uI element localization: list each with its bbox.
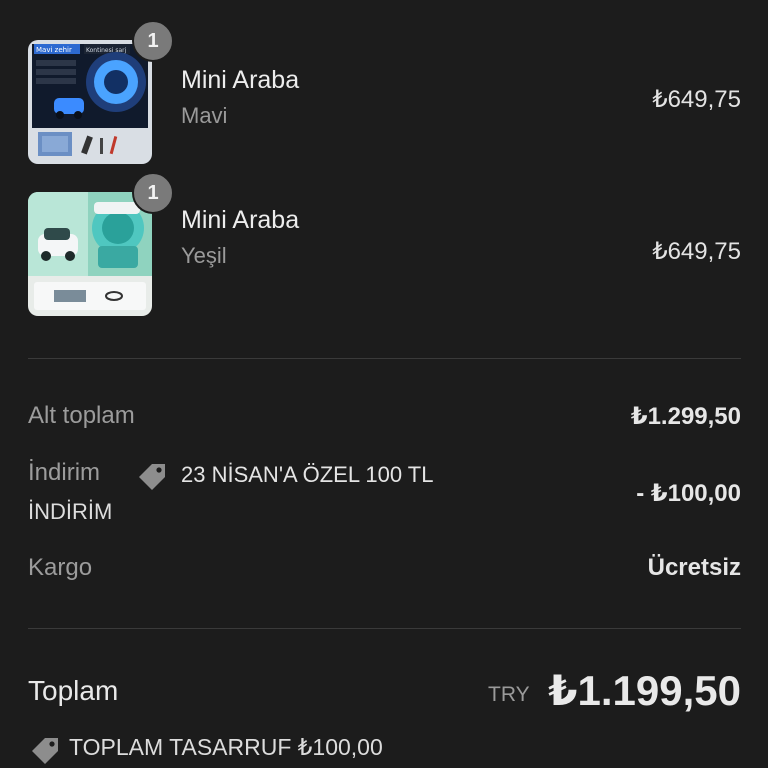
item-name[interactable]: Mini Araba	[181, 206, 299, 235]
divider	[28, 358, 741, 359]
item-variant: Mavi	[181, 103, 228, 128]
discount-code-continued: İNDİRİM	[28, 499, 113, 524]
cart-line-item[interactable]: Mavi zehir Kontinesi şarj 1 Mini Araba M…	[28, 20, 741, 164]
image-caption-left: Mavi zehir	[36, 46, 72, 54]
product-image-green-car[interactable]	[28, 192, 152, 316]
divider	[28, 628, 741, 629]
total-currency: TRY	[488, 683, 530, 706]
shipping-label: Kargo	[28, 554, 93, 581]
tag-icon	[28, 732, 64, 768]
item-price: ₺649,75	[652, 86, 741, 113]
discount-label: İndirim	[28, 459, 101, 486]
total-value: ₺1.199,50	[548, 667, 741, 714]
total-label: Toplam	[28, 675, 119, 706]
shipping-value: Ücretsiz	[647, 554, 741, 581]
item-variant: Yeşil	[181, 243, 227, 268]
subtotal-value: ₺1.299,50	[630, 403, 741, 430]
subtotal-label: Alt toplam	[28, 402, 135, 429]
total-savings-text: TOPLAM TASARRUF ₺100,00	[69, 734, 383, 760]
product-image-blue-car[interactable]: Mavi zehir Kontinesi şarj	[28, 40, 152, 164]
tag-icon	[135, 458, 171, 494]
cart-line-item[interactable]: 1 Mini Araba Yeşil ₺649,75	[28, 172, 741, 316]
item-price: ₺649,75	[652, 238, 741, 265]
discount-value: - ₺100,00	[636, 480, 741, 507]
order-summary-page: Mavi zehir Kontinesi şarj 1 Mini Araba M…	[0, 0, 768, 768]
quantity-badge: 1	[132, 172, 174, 214]
discount-code: 23 NİSAN'A ÖZEL 100 TL	[181, 462, 434, 487]
quantity-badge: 1	[132, 20, 174, 62]
item-name[interactable]: Mini Araba	[181, 66, 299, 95]
